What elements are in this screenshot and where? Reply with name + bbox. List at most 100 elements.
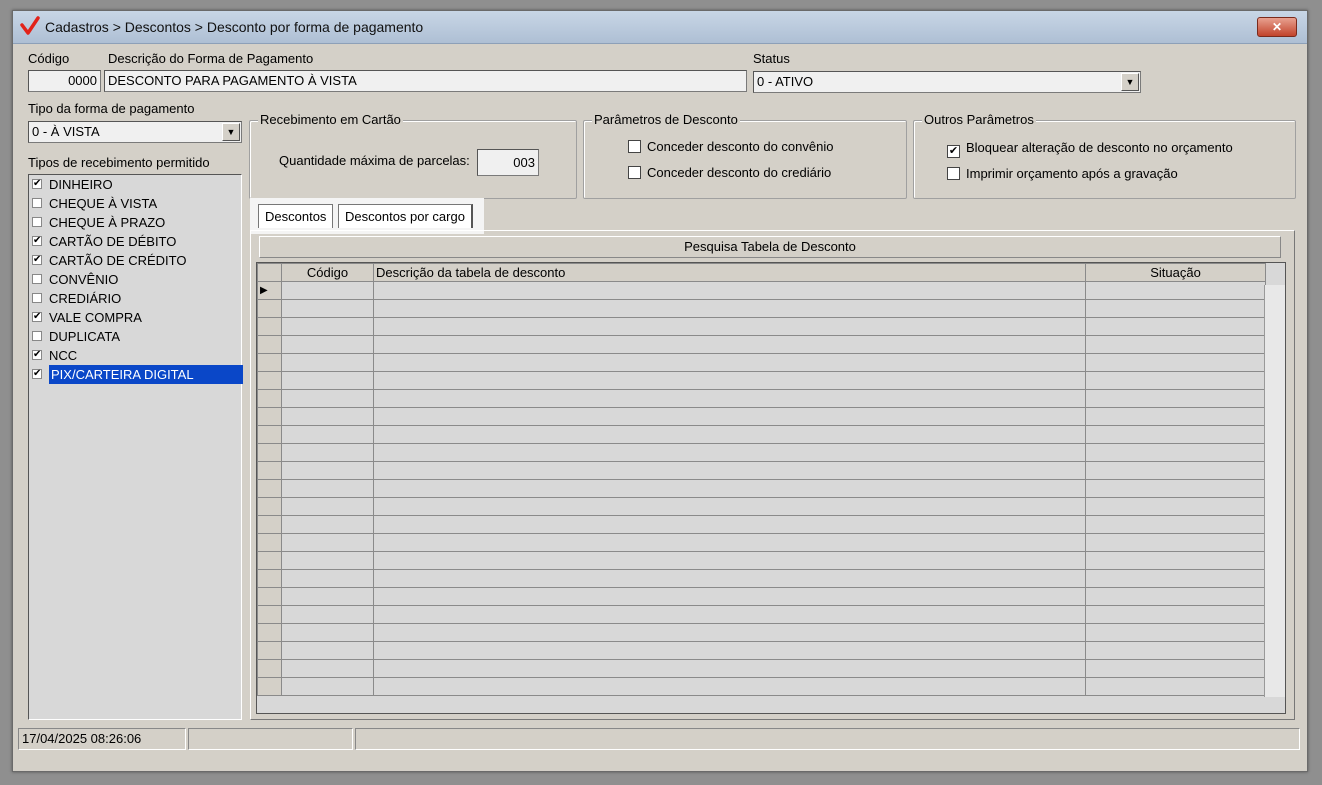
- table-cell[interactable]: [1085, 605, 1266, 624]
- list-item[interactable]: CHEQUE À VISTA: [29, 194, 241, 213]
- table-cell[interactable]: [281, 335, 374, 354]
- table-cell[interactable]: [373, 569, 1086, 588]
- desconto-grid[interactable]: Código Descrição da tabela de desconto S…: [256, 262, 1286, 714]
- table-cell[interactable]: [373, 587, 1086, 606]
- table-row[interactable]: [257, 443, 1266, 462]
- table-cell[interactable]: [373, 335, 1086, 354]
- table-cell[interactable]: [1085, 479, 1266, 498]
- table-row[interactable]: [257, 587, 1266, 606]
- checkbox[interactable]: [32, 293, 42, 303]
- list-item[interactable]: ✔ CARTÃO DE CRÉDITO: [29, 251, 241, 270]
- list-item[interactable]: CREDIÁRIO: [29, 289, 241, 308]
- table-row[interactable]: [257, 533, 1266, 552]
- table-row[interactable]: ▶: [257, 281, 1266, 300]
- table-cell[interactable]: [1085, 317, 1266, 336]
- table-cell[interactable]: [281, 533, 374, 552]
- table-cell[interactable]: [281, 551, 374, 570]
- bloquear-checkbox[interactable]: ✔ Bloquear alteração de desconto no orçam…: [947, 140, 1233, 158]
- table-cell[interactable]: [373, 389, 1086, 408]
- column-header-codigo[interactable]: Código: [281, 263, 374, 282]
- table-cell[interactable]: [1085, 353, 1266, 372]
- table-cell[interactable]: [281, 281, 374, 300]
- checkbox-box[interactable]: [628, 166, 641, 179]
- parcelas-field[interactable]: 003: [477, 149, 539, 176]
- column-header-situacao[interactable]: Situação: [1085, 263, 1266, 282]
- checkbox-box[interactable]: [628, 140, 641, 153]
- table-cell[interactable]: [281, 425, 374, 444]
- table-cell[interactable]: [1085, 497, 1266, 516]
- table-row[interactable]: [257, 641, 1266, 660]
- list-item[interactable]: ✔ NCC: [29, 346, 241, 365]
- table-cell[interactable]: [373, 677, 1086, 696]
- checkbox[interactable]: [32, 198, 42, 208]
- table-cell[interactable]: [281, 605, 374, 624]
- table-cell[interactable]: [281, 353, 374, 372]
- table-cell[interactable]: [281, 371, 374, 390]
- table-cell[interactable]: [1085, 389, 1266, 408]
- table-cell[interactable]: [373, 641, 1086, 660]
- table-cell[interactable]: [281, 443, 374, 462]
- checkbox[interactable]: [32, 331, 42, 341]
- table-row[interactable]: [257, 389, 1266, 408]
- codigo-field[interactable]: 0000: [28, 70, 101, 92]
- table-cell[interactable]: [373, 497, 1086, 516]
- table-cell[interactable]: [281, 641, 374, 660]
- table-cell[interactable]: [373, 533, 1086, 552]
- list-item[interactable]: CHEQUE À PRAZO: [29, 213, 241, 232]
- checkbox[interactable]: ✔: [32, 312, 42, 322]
- chevron-down-icon[interactable]: ▼: [222, 123, 240, 141]
- table-cell[interactable]: [281, 623, 374, 642]
- checkbox[interactable]: [32, 217, 42, 227]
- table-cell[interactable]: [281, 299, 374, 318]
- table-cell[interactable]: [373, 461, 1086, 480]
- table-row[interactable]: [257, 461, 1266, 480]
- table-cell[interactable]: [1085, 281, 1266, 300]
- list-item[interactable]: DUPLICATA: [29, 327, 241, 346]
- table-cell[interactable]: [281, 479, 374, 498]
- crediario-checkbox[interactable]: Conceder desconto do crediário: [628, 165, 831, 180]
- table-cell[interactable]: [281, 569, 374, 588]
- descricao-field[interactable]: DESCONTO PARA PAGAMENTO À VISTA: [104, 70, 747, 92]
- table-cell[interactable]: [373, 281, 1086, 300]
- table-cell[interactable]: [1085, 677, 1266, 696]
- table-cell[interactable]: [373, 299, 1086, 318]
- checkbox[interactable]: ✔: [32, 255, 42, 265]
- close-button[interactable]: ✕: [1257, 17, 1297, 37]
- tab-descontos-por-cargo[interactable]: Descontos por cargo: [338, 204, 473, 228]
- title-bar[interactable]: Cadastros > Descontos > Desconto por for…: [13, 11, 1307, 44]
- tipo-forma-select[interactable]: 0 - À VISTA ▼: [28, 121, 242, 143]
- table-row[interactable]: [257, 317, 1266, 336]
- table-cell[interactable]: [1085, 623, 1266, 642]
- convenio-checkbox[interactable]: Conceder desconto do convênio: [628, 139, 833, 154]
- table-row[interactable]: [257, 605, 1266, 624]
- table-cell[interactable]: [373, 479, 1086, 498]
- table-cell[interactable]: [1085, 443, 1266, 462]
- checkbox[interactable]: ✔: [32, 369, 42, 379]
- table-row[interactable]: [257, 335, 1266, 354]
- table-row[interactable]: [257, 371, 1266, 390]
- imprimir-checkbox[interactable]: Imprimir orçamento após a gravação: [947, 166, 1178, 181]
- table-cell[interactable]: [1085, 461, 1266, 480]
- list-item[interactable]: ✔ DINHEIRO: [29, 175, 241, 194]
- table-row[interactable]: [257, 497, 1266, 516]
- table-cell[interactable]: [1085, 335, 1266, 354]
- table-cell[interactable]: [373, 605, 1086, 624]
- table-cell[interactable]: [1085, 407, 1266, 426]
- tab-descontos[interactable]: Descontos: [258, 204, 334, 228]
- status-select[interactable]: 0 - ATIVO ▼: [753, 71, 1141, 93]
- table-row[interactable]: [257, 677, 1266, 696]
- table-cell[interactable]: [373, 551, 1086, 570]
- table-cell[interactable]: [373, 659, 1086, 678]
- table-cell[interactable]: [373, 515, 1086, 534]
- table-cell[interactable]: [1085, 425, 1266, 444]
- chevron-down-icon[interactable]: ▼: [1121, 73, 1139, 91]
- table-row[interactable]: [257, 659, 1266, 678]
- table-cell[interactable]: [373, 623, 1086, 642]
- checkbox[interactable]: ✔: [32, 179, 42, 189]
- table-cell[interactable]: [1085, 659, 1266, 678]
- list-item[interactable]: ✔ VALE COMPRA: [29, 308, 241, 327]
- table-cell[interactable]: [281, 497, 374, 516]
- table-cell[interactable]: [281, 461, 374, 480]
- table-cell[interactable]: [281, 659, 374, 678]
- table-cell[interactable]: [1085, 515, 1266, 534]
